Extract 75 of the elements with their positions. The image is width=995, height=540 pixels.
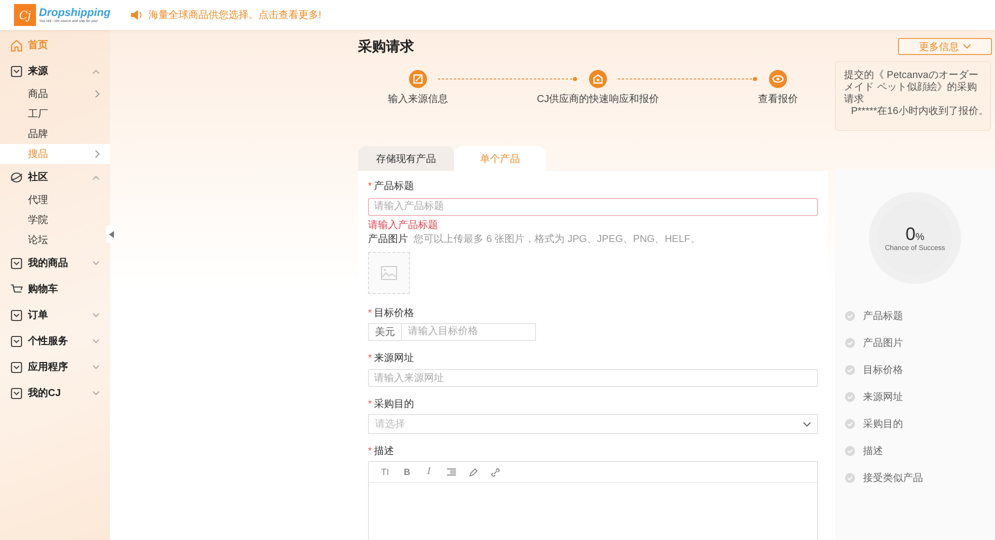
nav-item[interactable]: 个性服务 [0,328,110,354]
success-percent: 0% [906,224,924,244]
checklist-label: 产品图片 [863,336,903,350]
chevron-icon [92,312,100,318]
edit-step-icon [409,70,427,88]
chevron-down-icon [963,44,971,49]
nav-item[interactable]: 订单 [0,302,110,328]
nav-subitem[interactable]: 学院 [0,210,110,230]
image-hint: 产品图片 您可以上传最多 6 张图片，格式为 JPG、JPEG、PNG、HELF。 [368,232,702,246]
url-input[interactable]: 请输入来源网址 [368,369,818,387]
field-label: 描述 [374,446,394,457]
chevron-icon [92,260,100,266]
error-message: 请输入产品标题 [368,218,439,232]
nav-subitem[interactable]: 商品 [0,84,110,104]
shop-step-icon [589,70,607,88]
chevron-down-icon [803,422,811,426]
step-label: 输入来源信息 [388,92,448,106]
chevron-icon [92,364,100,370]
checklist-label: 目标价格 [863,364,903,376]
required-mark: * [368,352,372,364]
checklist-label: 产品标题 [863,310,903,322]
pen-icon [468,468,478,476]
nav-subitem[interactable]: 品牌 [0,124,110,144]
link-icon [490,468,500,476]
speaker-icon [130,10,142,20]
field-label: 采购目的 [374,399,414,410]
required-mark: * [368,181,372,192]
logo-mark: Cj [14,4,36,26]
checklist-label: 描述 [863,444,883,458]
tab[interactable]: 存储现有产品 [358,146,454,171]
required-mark: * [368,446,372,457]
title-input[interactable]: 请输入产品标题 [368,198,818,216]
checklist-label: 来源网址 [863,390,903,404]
chevron-right-icon [95,150,100,158]
chevron-icon [92,338,100,344]
required-mark: * [368,308,372,318]
nav-subitem[interactable]: 论坛 [0,230,110,250]
nav-item[interactable]: 我的CJ [0,380,110,406]
nav-item[interactable]: 来源 [0,58,110,84]
checklist-label: 接受类似产品 [863,472,923,484]
field-label: 来源网址 [374,352,414,364]
description-editor[interactable]: TI B I [368,461,818,540]
bold-button[interactable]: B [397,465,417,479]
chevron-right-icon [95,90,100,98]
heading-button[interactable]: TI [375,465,395,479]
image-icon [381,266,397,280]
field-label: 产品标题 [374,181,414,192]
cart-icon [10,282,23,296]
chevron-icon [92,174,100,180]
currency-prefix: 美元 [368,322,402,340]
checklist-label: 采购目的 [863,418,903,430]
step-label: 查看报价 [758,92,798,106]
logo-name: Dropshipping [39,8,110,18]
triangle-left-icon [108,230,114,238]
nav-item[interactable]: 我的商品 [0,250,110,276]
chevron-icon [92,68,100,74]
planet-icon [10,170,23,184]
home-icon [10,38,23,52]
chevron-icon [92,390,100,396]
nav-item[interactable]: 应用程序 [0,354,110,380]
notice-text: 提交的《 Petcanvaのオーダーメイド ペット似顔絵》的采购请求 [844,70,980,106]
italic-button[interactable]: I [419,465,439,479]
collapse-sidebar-button[interactable] [106,225,116,243]
nav-subitem[interactable]: 工厂 [0,104,110,124]
list-icon [446,468,456,476]
nav-subitem[interactable]: 代理 [0,190,110,210]
required-mark: * [368,399,372,410]
page-title: 采购请求 [358,38,415,56]
step-label: CJ供应商的快速响应和报价 [536,92,660,106]
nav-item[interactable]: 社区 [0,164,110,190]
nav-item[interactable]: 购物车 [0,276,110,302]
field-label: 目标价格 [374,308,414,318]
eye-step-icon [769,70,787,88]
notice-text: P*****在16小时内收到了报价。 [851,106,988,118]
price-input[interactable]: 请输入目标价格 [402,322,536,340]
